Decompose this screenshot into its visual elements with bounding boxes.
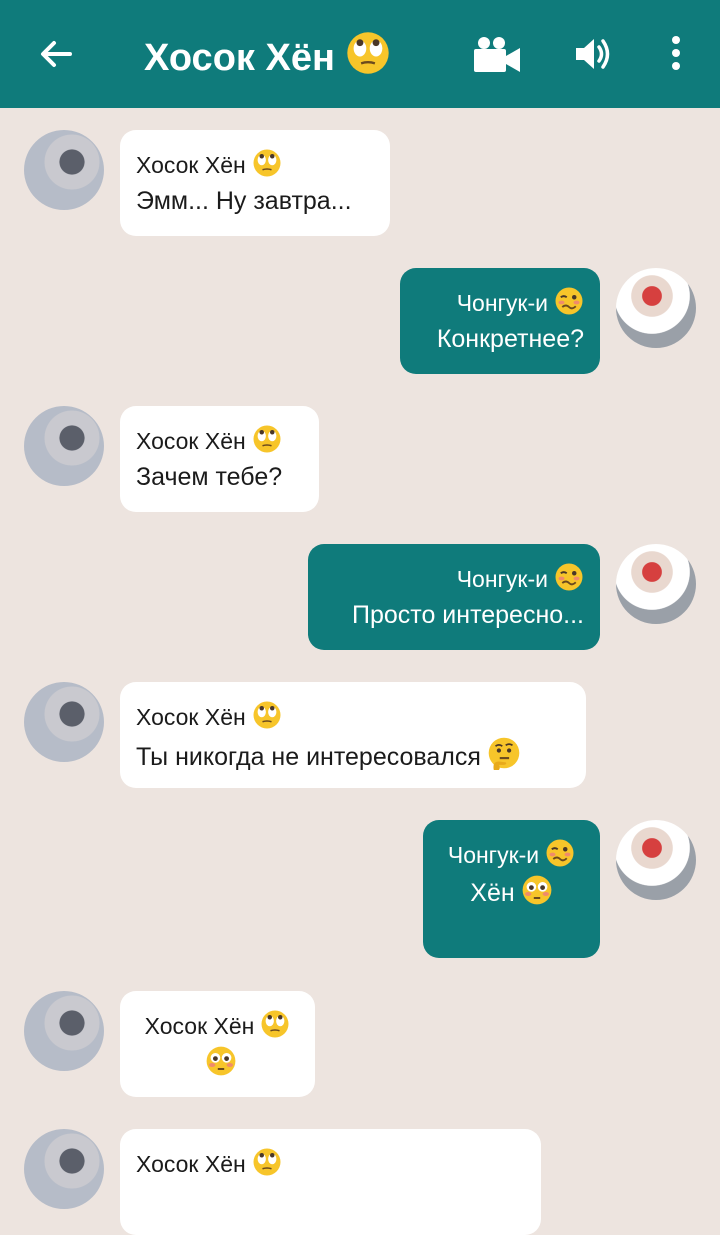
- avatar[interactable]: [24, 406, 104, 486]
- message-bubble[interactable]: Хосок Хён Зачем тебе?: [120, 406, 319, 512]
- message-text: Зачем тебе?: [136, 463, 283, 491]
- video-camera-icon[interactable]: [472, 34, 522, 74]
- chat-title-text: Хосок Хён: [144, 37, 335, 79]
- message-text: Хён: [439, 874, 584, 910]
- eye-roll-emoji-icon: [253, 149, 281, 177]
- message-bubble[interactable]: Хосок Хён Ты никогда не интересовался: [120, 682, 586, 788]
- eye-roll-emoji-icon: [261, 1010, 289, 1038]
- avatar[interactable]: [616, 544, 696, 624]
- message-text: Просто интересно...: [352, 601, 584, 629]
- message-bubble[interactable]: Хосок Хён: [120, 1129, 541, 1235]
- eye-roll-emoji-icon: [347, 32, 389, 74]
- message-bubble[interactable]: Чонгук-и Просто интересно...: [308, 544, 600, 650]
- message-bubble[interactable]: Чонгук-и Хён: [423, 820, 600, 958]
- message-text: Ты никогда не интересовался: [136, 736, 570, 774]
- message-text: [136, 1045, 299, 1081]
- sender-name: Чонгук-и: [439, 838, 584, 870]
- avatar[interactable]: [616, 268, 696, 348]
- woozy-emoji-icon: [555, 563, 583, 591]
- more-vert-icon[interactable]: [662, 34, 690, 74]
- sender-name: Хосок Хён: [136, 424, 303, 456]
- message-bubble[interactable]: Хосок Хён: [120, 991, 315, 1097]
- sender-name: Хосок Хён: [136, 148, 374, 180]
- avatar[interactable]: [24, 991, 104, 1071]
- sender-name: Хосок Хён: [136, 1009, 299, 1041]
- avatar[interactable]: [24, 682, 104, 762]
- app-bar: Хосок Хён: [0, 0, 720, 108]
- sender-name: Чонгук-и: [416, 286, 584, 318]
- woozy-emoji-icon: [555, 287, 583, 315]
- sender-name: Чонгук-и: [324, 562, 584, 594]
- avatar[interactable]: [24, 1129, 104, 1209]
- eye-roll-emoji-icon: [253, 701, 281, 729]
- avatar[interactable]: [24, 130, 104, 210]
- sender-name: Хосок Хён: [136, 1147, 525, 1179]
- sender-name: Хосок Хён: [136, 700, 570, 732]
- message-text: Эмм... Ну завтра...: [136, 187, 352, 215]
- flushed-emoji-icon: [206, 1046, 235, 1076]
- back-arrow-icon[interactable]: [36, 34, 76, 74]
- message-bubble[interactable]: Хосок Хён Эмм... Ну завтра...: [120, 130, 390, 236]
- message-bubble[interactable]: Чонгук-и Конкретнее?: [400, 268, 600, 374]
- message-text: Конкретнее?: [436, 325, 584, 353]
- eye-roll-emoji-icon: [253, 425, 281, 453]
- chat-title: Хосок Хён: [144, 30, 391, 82]
- woozy-emoji-icon: [546, 839, 574, 867]
- speaker-icon[interactable]: [572, 34, 612, 74]
- avatar[interactable]: [616, 820, 696, 900]
- flushed-emoji-icon: [522, 875, 552, 905]
- eye-roll-emoji-icon: [253, 1148, 281, 1176]
- thinking-emoji-icon: [488, 737, 520, 770]
